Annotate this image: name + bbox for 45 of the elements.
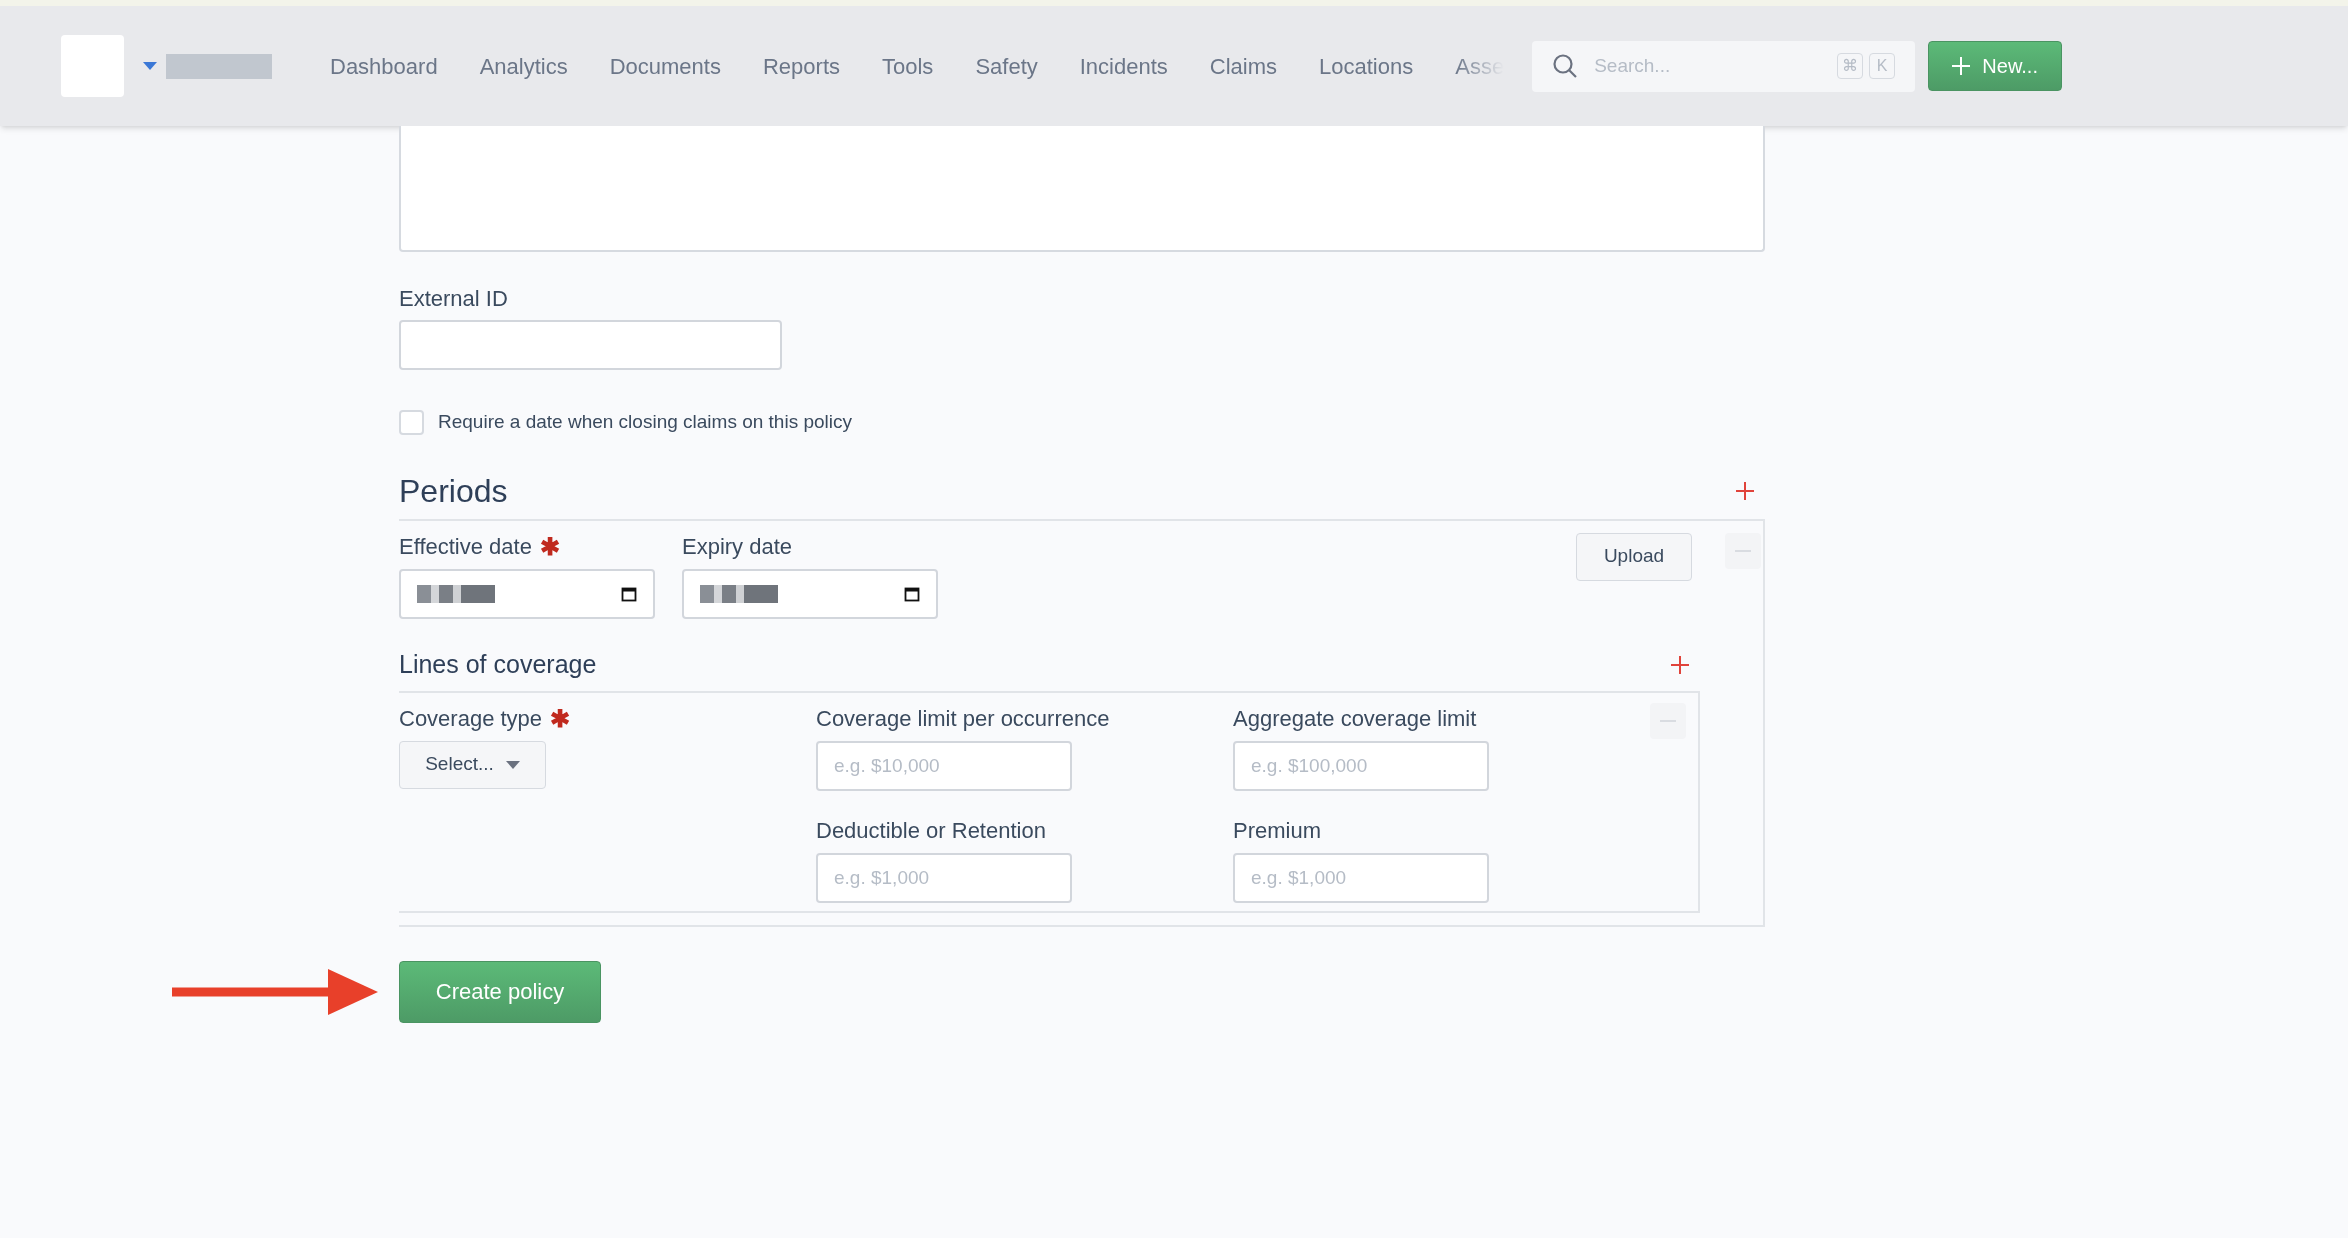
keyboard-key: K: [1869, 53, 1896, 79]
create-policy-button[interactable]: Create policy: [399, 960, 601, 1023]
select-dropdown[interactable]: Select...: [399, 740, 546, 789]
amount-input[interactable]: e.g. $1,000: [816, 852, 1072, 903]
nav-link[interactable]: Claims: [1209, 49, 1278, 83]
date-field[interactable]: [682, 568, 938, 619]
nav-link[interactable]: Locations: [1319, 49, 1414, 83]
field-label: Coverage limit per occurrence: [816, 705, 1110, 733]
nav-link[interactable]: Reports: [762, 49, 840, 83]
caret-icon[interactable]: [143, 62, 157, 70]
amount-input[interactable]: e.g. $1,000: [1233, 852, 1489, 903]
nav-link[interactable]: Dashboard: [330, 49, 438, 83]
checkbox-label: Require a date when closing claims on this policy: [438, 410, 852, 434]
section-heading: Periods: [399, 471, 508, 511]
field-label: Aggregate coverage limit: [1233, 705, 1477, 733]
required-icon: ✱: [539, 534, 560, 559]
nav-link[interactable]: Analytics: [479, 49, 568, 83]
search-placeholder: Search...: [1594, 53, 1672, 78]
upload-button[interactable]: Upload: [1576, 532, 1692, 581]
add-icon[interactable]: [1670, 654, 1690, 675]
keyboard-key: ⌘: [1837, 53, 1864, 79]
date-field[interactable]: [399, 568, 655, 619]
field-label: Expiry date: [682, 533, 793, 561]
amount-input[interactable]: e.g. $100,000: [1233, 740, 1489, 791]
new-button[interactable]: New...: [1928, 41, 2063, 91]
field-label: External ID: [399, 284, 508, 313]
calendar-icon[interactable]: [904, 585, 920, 602]
calendar-icon[interactable]: [621, 585, 637, 602]
plus-icon: [1952, 57, 1971, 75]
nav-link[interactable]: Safety: [975, 49, 1038, 83]
amount-input[interactable]: e.g. $10,000: [816, 740, 1072, 791]
field-label: Effective date: [399, 533, 532, 561]
nav-link[interactable]: Incidents: [1079, 49, 1168, 83]
field-label: Coverage type: [399, 705, 543, 733]
field-label: Premium: [1233, 817, 1321, 845]
nav-link[interactable]: Documents: [609, 49, 721, 83]
add-icon[interactable]: [1735, 480, 1755, 501]
required-icon: ✱: [550, 706, 571, 731]
section-heading: Lines of coverage: [399, 648, 597, 680]
checkbox[interactable]: [399, 409, 424, 435]
text-input[interactable]: [399, 320, 782, 370]
nav-link[interactable]: Tools: [882, 49, 934, 83]
search-icon: [1552, 53, 1579, 79]
caret-icon: [505, 760, 520, 769]
field-label: Deductible or Retention: [816, 817, 1046, 845]
